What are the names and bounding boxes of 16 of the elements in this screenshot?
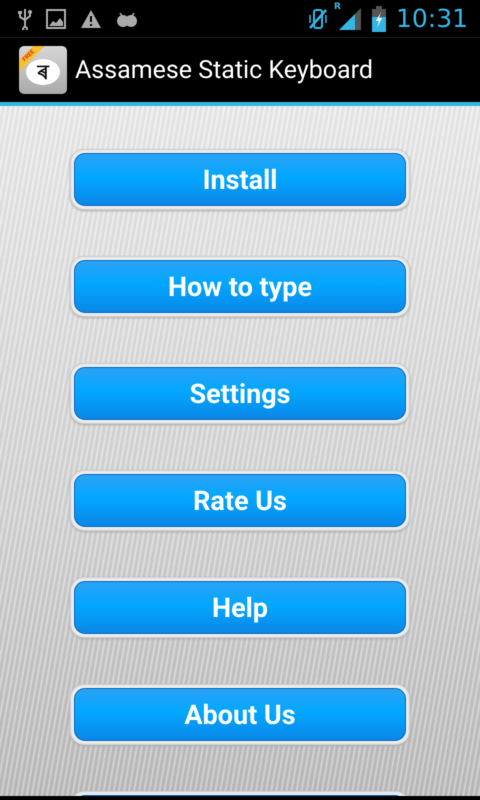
menu-button[interactable]: Settings: [74, 367, 406, 420]
app-title: Assamese Static Keyboard: [75, 56, 373, 84]
clock-time: 10:31: [396, 6, 468, 31]
menu-button[interactable]: Rate Us: [74, 474, 406, 527]
battery-charging-icon: [372, 6, 386, 32]
warning-icon: [80, 8, 102, 28]
menu-button[interactable]: About Us: [74, 688, 406, 741]
muted-vibrate-icon: [308, 6, 328, 30]
usb-icon: [18, 8, 32, 30]
menu-button[interactable]: How to type: [74, 260, 406, 313]
menu-button[interactable]: Install: [74, 153, 406, 206]
menu-button[interactable]: Help: [74, 581, 406, 634]
signal-icon: [338, 8, 362, 30]
letter-glyph: ৰ: [26, 59, 60, 85]
image-icon: [46, 8, 66, 28]
roaming-indicator: R: [334, 2, 341, 12]
